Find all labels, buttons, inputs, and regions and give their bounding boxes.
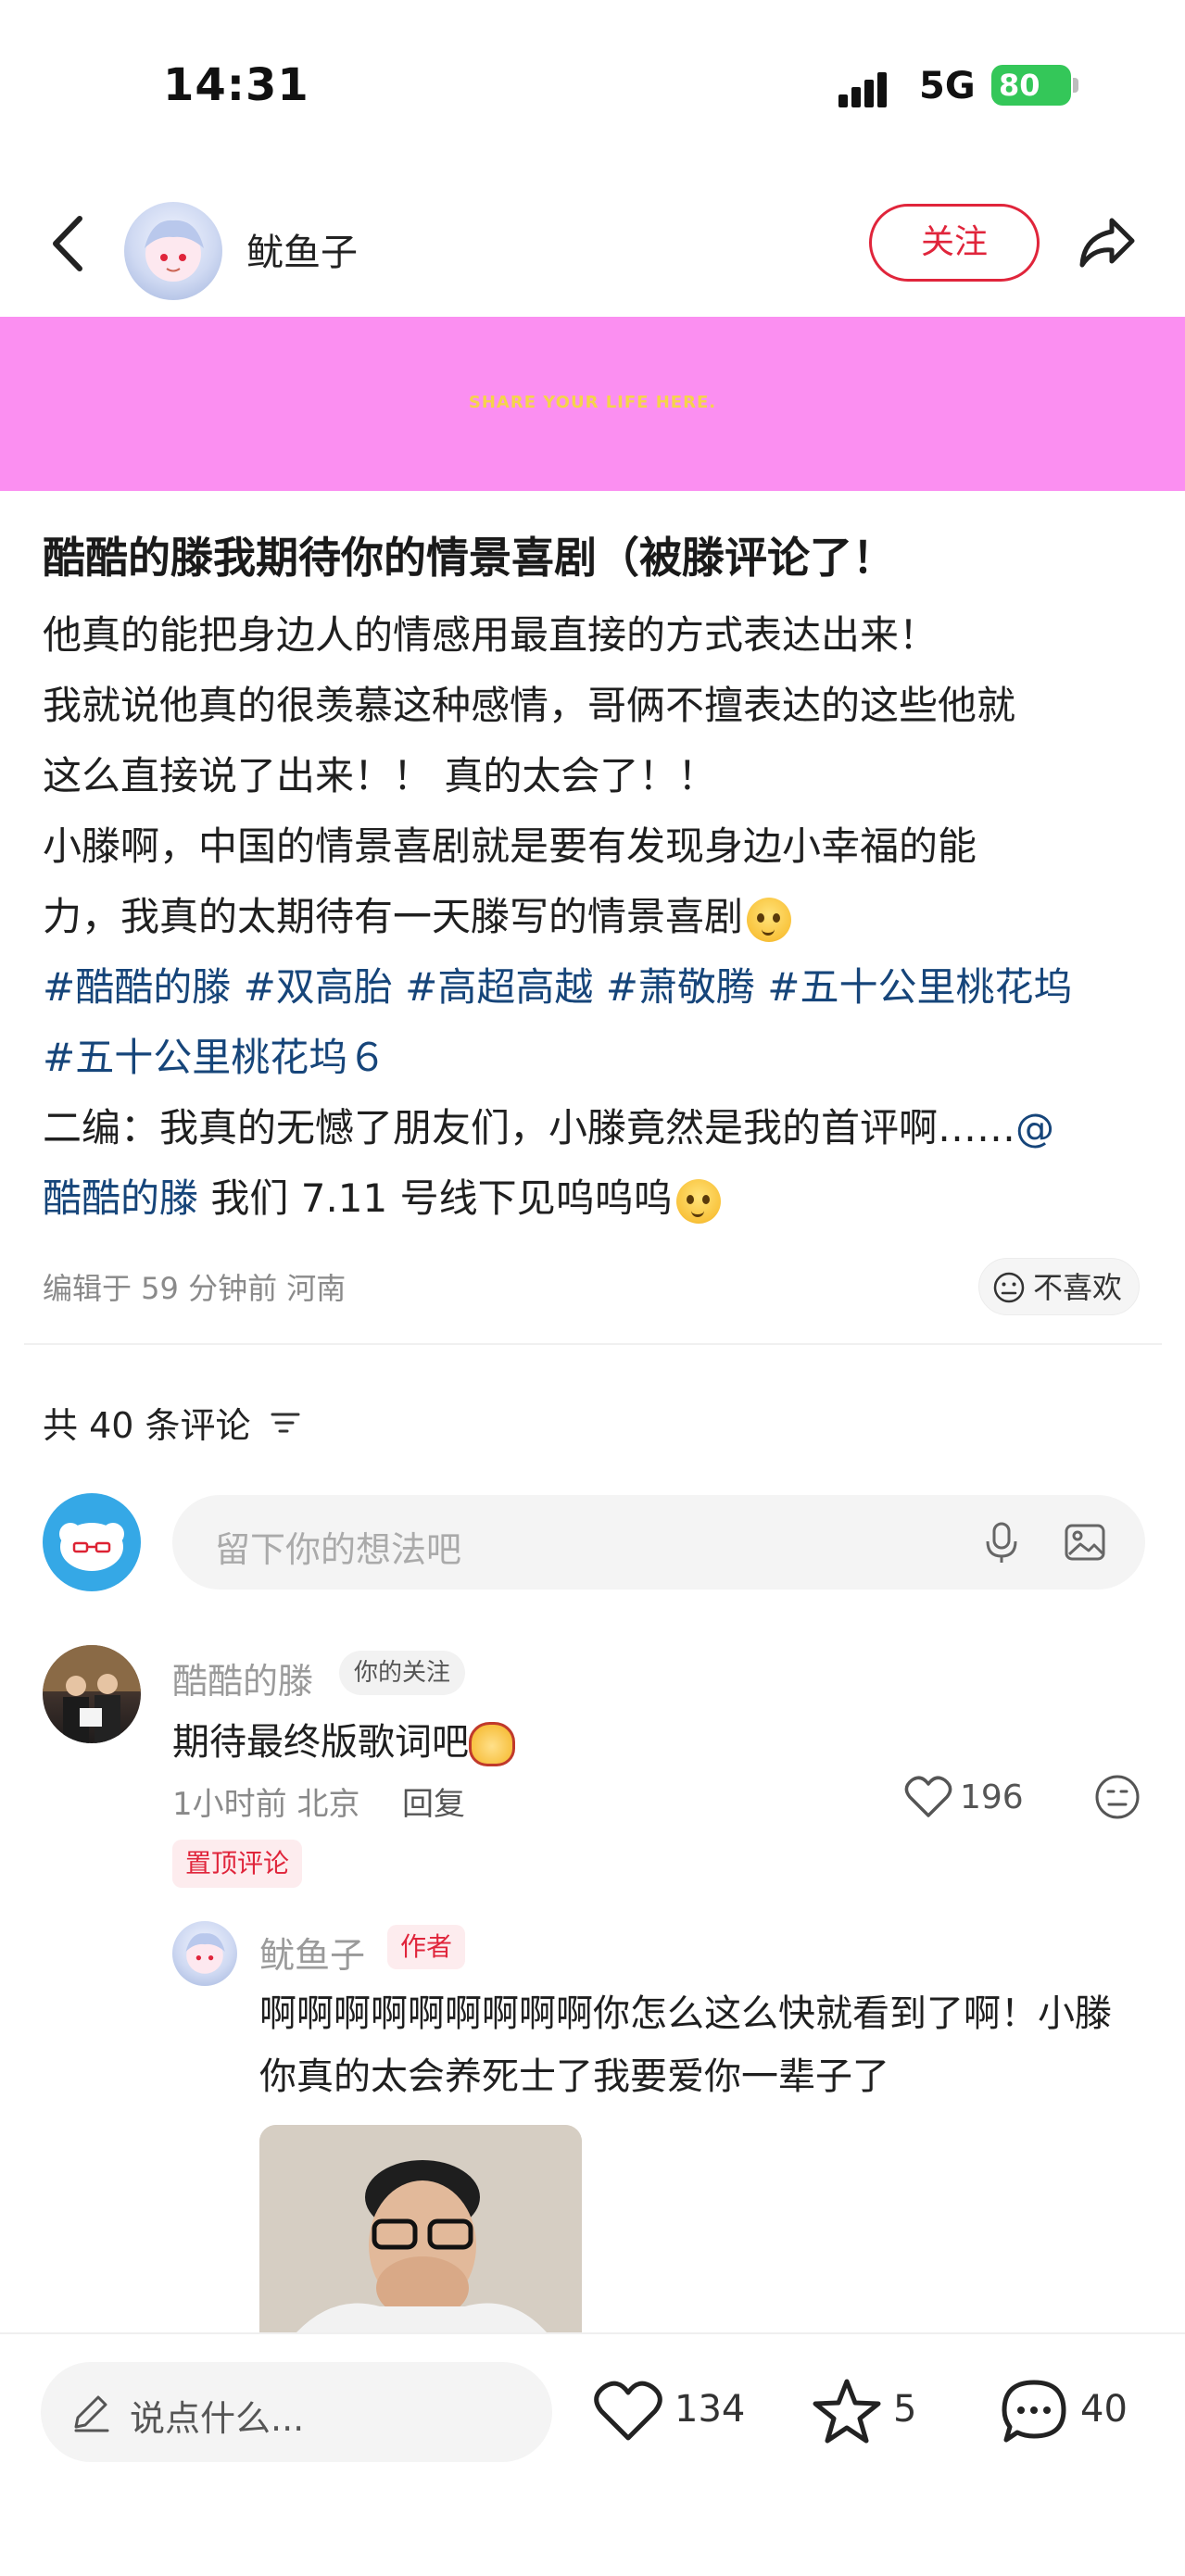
tags-line: #五十公里桃花坞６ <box>43 1023 1145 1093</box>
reply-image[interactable] <box>259 2125 582 2332</box>
heart-icon[interactable] <box>593 2379 663 2444</box>
banner-text: SHARE YOUR LIFE HERE. <box>468 393 717 412</box>
tags-line: #酷酷的滕 #双高胎 #高超高越 #萧敬腾 #五十公里桃花坞 <box>43 952 1145 1023</box>
post-line: 小滕啊，中国的情景喜剧就是要有发现身边小幸福的能 <box>43 823 977 869</box>
microphone-icon[interactable] <box>978 1519 1025 1565</box>
reply-photo-icon <box>259 2125 582 2332</box>
status-bar: 14:31 5G 80 <box>0 0 1185 167</box>
reply-author-name[interactable]: 鱿鱼子 <box>259 1927 365 1978</box>
edit-text: 二编：我真的无憾了朋友们，小滕竟然是我的首评啊…… <box>43 1105 1016 1150</box>
post-like-count: 134 <box>674 2388 746 2431</box>
reply-avatar[interactable] <box>172 1921 237 1986</box>
pencil-icon <box>74 2395 109 2432</box>
author-badge: 作者 <box>387 1925 466 1969</box>
battery-indicator: 80 <box>991 65 1071 106</box>
edit-line: 二编：我真的无憾了朋友们，小滕竟然是我的首评啊……@ <box>43 1093 1145 1163</box>
reply-button[interactable]: 回复 <box>402 1778 465 1824</box>
reply-line: 你真的太会养死士了我要爱你一辈子了 <box>259 2055 889 2098</box>
mention-at[interactable]: @ <box>1015 1105 1054 1150</box>
post-meta: 编辑于 59 分钟前 河南 <box>43 1271 347 1306</box>
post-banner: SHARE YOUR LIFE HERE. <box>0 317 1185 491</box>
dislike-label: 不喜欢 <box>1033 1270 1123 1305</box>
network-type: 5G <box>919 65 976 107</box>
avatar-photo-icon <box>43 1645 141 1743</box>
avatar-character-icon <box>59 1523 124 1571</box>
hashtag[interactable]: #五十公里桃花坞６ <box>43 1035 386 1080</box>
post-line: 我就说他真的很羡慕这种感情，哥俩不擅表达的这些他就 <box>43 683 1016 728</box>
post-header: 鱿鱼子 关注 <box>0 185 1185 315</box>
following-badge: 你的关注 <box>339 1651 466 1695</box>
post-body: 他真的能把身边人的情感用最直接的方式表达出来！ 我就说他真的很羡慕这种感情，哥俩… <box>43 600 1145 1234</box>
divider <box>24 1343 1162 1345</box>
author-name[interactable]: 鱿鱼子 <box>246 222 358 276</box>
heart-icon[interactable] <box>904 1775 952 1819</box>
neutral-face-icon[interactable] <box>1093 1773 1141 1821</box>
edit-text: 我们 7.11 号线下见呜呜呜 <box>198 1175 673 1221</box>
sort-icon[interactable] <box>269 1406 302 1439</box>
hashtag[interactable]: #高超高越 <box>405 964 593 1010</box>
my-avatar <box>43 1493 141 1591</box>
image-icon[interactable] <box>1062 1519 1108 1565</box>
hashtag[interactable]: #双高胎 <box>244 964 393 1010</box>
post-line-with-emoji: 力，我真的太期待有一天滕写的情景喜剧 <box>43 882 1145 952</box>
post-line: 他真的能把身边人的情感用最直接的方式表达出来！ <box>43 612 939 658</box>
hashtag[interactable]: #萧敬腾 <box>606 964 755 1010</box>
neutral-face-icon <box>993 1272 1025 1303</box>
avatar-character-icon <box>185 1933 225 1974</box>
reply-line: 啊啊啊啊啊啊啊啊啊你怎么这么快就看到了啊！小滕 <box>259 1992 1112 2035</box>
avatar-character-icon <box>145 220 204 282</box>
post-line: 力，我真的太期待有一天滕写的情景喜剧 <box>43 894 744 939</box>
author-avatar[interactable] <box>124 202 222 300</box>
post-star-count: 5 <box>893 2388 917 2431</box>
pleading-face-icon <box>747 897 792 942</box>
sticker-icon <box>469 1722 515 1766</box>
comment-input-placeholder: 留下你的想法吧 <box>215 1529 462 1570</box>
back-icon[interactable] <box>44 211 91 276</box>
comment-like-count: 196 <box>960 1778 1024 1816</box>
pinned-comment-badge: 置顶评论 <box>172 1840 303 1888</box>
share-icon[interactable] <box>1075 209 1140 274</box>
star-icon[interactable] <box>812 2377 882 2445</box>
say-something-placeholder: 说点什么... <box>130 2398 305 2439</box>
comment-count: 共 40 条评论 <box>43 1405 251 1446</box>
commenter-avatar[interactable] <box>43 1645 141 1743</box>
edit-line: 酷酷的滕 我们 7.11 号线下见呜呜呜 <box>43 1163 1145 1234</box>
comment-input[interactable]: 留下你的想法吧 <box>172 1495 1145 1590</box>
post-comment-count: 40 <box>1080 2388 1128 2431</box>
bottom-action-bar: 说点什么... 134 5 40 <box>0 2332 1185 2576</box>
comment-text-content: 期待最终版歌词吧 <box>172 1721 469 1764</box>
say-something-input[interactable]: 说点什么... <box>41 2362 552 2462</box>
comment-meta: 1小时前 北京 <box>172 1786 360 1823</box>
reply-text: 啊啊啊啊啊啊啊啊啊你怎么这么快就看到了啊！小滕 你真的太会养死士了我要爱你一辈子… <box>259 1982 1149 2108</box>
post-title: 酷酷的滕我期待你的情景喜剧（被滕评论了！ <box>43 533 895 583</box>
follow-button[interactable]: 关注 <box>869 204 1040 282</box>
post-line: 这么直接说了出来！！ 真的太会了！！ <box>43 753 717 798</box>
hashtag[interactable]: #五十公里桃花坞 <box>767 964 1072 1010</box>
battery-cap <box>1073 78 1078 93</box>
comment-text: 期待最终版歌词吧 <box>172 1712 515 1766</box>
pleading-face-icon <box>675 1178 721 1224</box>
mention-name[interactable]: 酷酷的滕 <box>43 1175 198 1221</box>
commenter-name[interactable]: 酷酷的滕 <box>172 1652 313 1703</box>
dislike-button[interactable]: 不喜欢 <box>978 1258 1140 1315</box>
comment-icon[interactable] <box>999 2377 1069 2445</box>
hashtag[interactable]: #酷酷的滕 <box>43 964 231 1010</box>
status-time: 14:31 <box>163 59 309 111</box>
signal-icon <box>838 72 887 107</box>
